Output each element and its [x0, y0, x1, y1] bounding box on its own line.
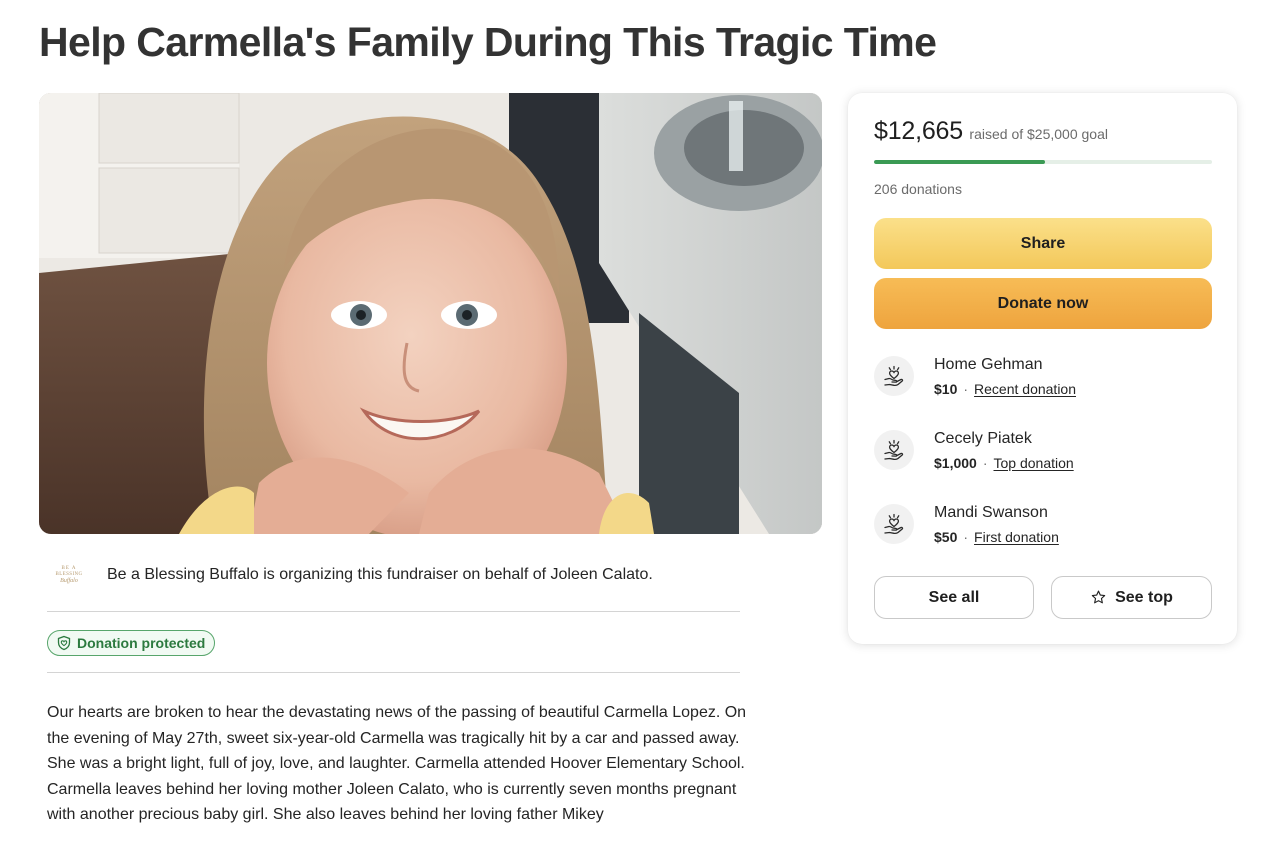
raised-amount: $12,665: [874, 117, 963, 145]
organizer-logo[interactable]: BE A BLESSING Buffalo: [47, 557, 91, 593]
donor-meta: $10 · Recent donation: [934, 381, 1076, 397]
donation-count: 206 donations: [874, 181, 962, 197]
see-all-label: See all: [928, 588, 980, 606]
heart-hand-icon: [874, 356, 914, 396]
story-paragraph: Carmella leaves behind her loving mother…: [47, 780, 737, 824]
divider: [47, 672, 740, 673]
donor-item: Mandi Swanson $50 · First donation: [874, 499, 1212, 549]
donor-meta: $1,000 · Top donation: [934, 455, 1074, 471]
see-all-button[interactable]: See all: [874, 576, 1034, 619]
story-paragraph: Our hearts are broken to hear the devast…: [47, 704, 747, 773]
donor-amount: $1,000: [934, 455, 977, 471]
separator-dot: ·: [963, 529, 969, 545]
share-button[interactable]: Share: [874, 218, 1212, 269]
donor-name: Mandi Swanson: [934, 504, 1048, 521]
donation-protected-label: Donation protected: [77, 635, 206, 651]
story-text: Our hearts are broken to hear the devast…: [47, 700, 747, 828]
see-top-button[interactable]: See top: [1051, 576, 1212, 619]
donor-item: Home Gehman $10 · Recent donation: [874, 351, 1212, 401]
progress-bar: [874, 160, 1212, 164]
divider: [47, 611, 740, 612]
page-title: Help Carmella's Family During This Tragi…: [39, 19, 937, 65]
donate-now-button[interactable]: Donate now: [874, 278, 1212, 329]
raised-summary: $12,665 raised of $25,000 goal: [874, 117, 1108, 146]
heart-hand-icon: [874, 430, 914, 470]
campaign-photo-image: [39, 93, 822, 534]
donor-type-link[interactable]: Top donation: [994, 455, 1074, 471]
donor-type-link[interactable]: Recent donation: [974, 381, 1076, 397]
organizer-logo-line: Buffalo: [60, 578, 78, 584]
donation-protected-badge[interactable]: Donation protected: [47, 630, 216, 656]
star-outline-icon: [1091, 590, 1106, 604]
progress-bar-fill: [874, 160, 1046, 164]
donor-item: Cecely Piatek $1,000 · Top donation: [874, 425, 1212, 475]
heart-hand-icon: [874, 504, 914, 544]
donor-name: Home Gehman: [934, 356, 1043, 373]
fundraiser-page: Help Carmella's Family During This Tragi…: [0, 0, 1280, 857]
donation-card: $12,665 raised of $25,000 goal 206 donat…: [848, 93, 1237, 644]
donor-amount: $50: [934, 529, 958, 545]
donor-amount: $10: [934, 381, 958, 397]
donor-name: Cecely Piatek: [934, 430, 1032, 447]
organizer-row: BE A BLESSING Buffalo Be a Blessing Buff…: [47, 555, 740, 595]
campaign-photo[interactable]: [39, 93, 822, 534]
separator-dot: ·: [982, 455, 988, 471]
donor-type-link[interactable]: First donation: [974, 529, 1059, 545]
shield-heart-icon: [57, 635, 71, 651]
organizer-text: Be a Blessing Buffalo is organizing this…: [107, 566, 653, 583]
donor-meta: $50 · First donation: [934, 529, 1059, 545]
see-top-label: See top: [1115, 588, 1173, 606]
goal-text: raised of $25,000 goal: [969, 126, 1108, 142]
separator-dot: ·: [963, 381, 969, 397]
